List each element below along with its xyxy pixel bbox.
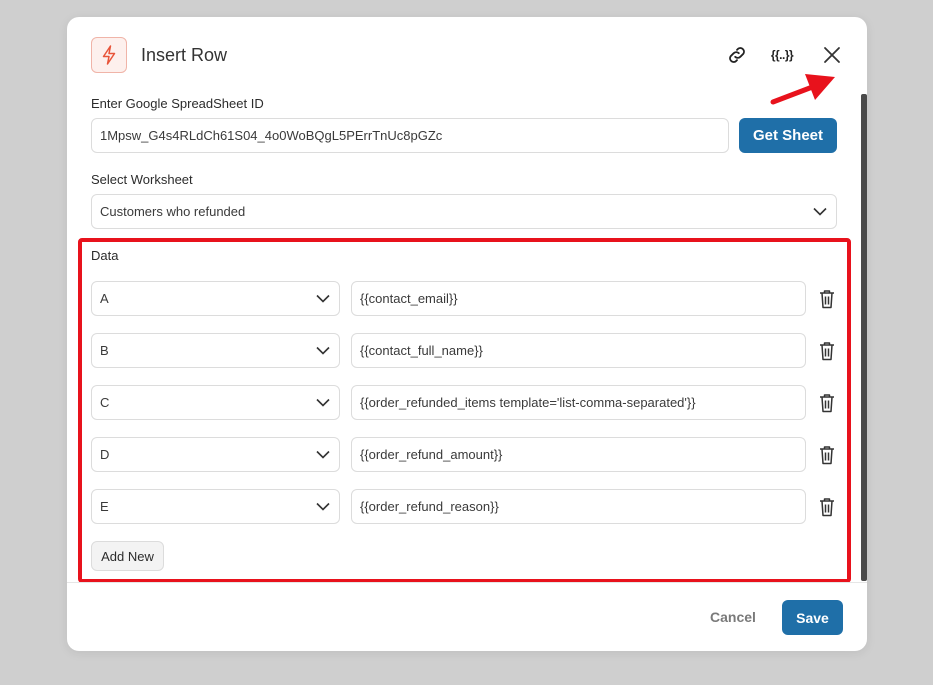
row-value-input-c[interactable]: {{order_refunded_items template='list-co… bbox=[351, 385, 806, 420]
chevron-down-icon bbox=[315, 499, 331, 515]
bolt-icon bbox=[102, 45, 116, 65]
footer-divider bbox=[67, 582, 867, 583]
link-icon bbox=[729, 47, 745, 63]
trash-icon bbox=[820, 446, 834, 465]
column-select-c[interactable]: C bbox=[91, 385, 340, 420]
close-icon bbox=[824, 47, 840, 63]
column-select-e[interactable]: E bbox=[91, 489, 340, 524]
spreadsheet-id-label: Enter Google SpreadSheet ID bbox=[91, 96, 264, 111]
modal-title: Insert Row bbox=[141, 45, 228, 65]
delete-row-button-d[interactable] bbox=[817, 444, 837, 466]
chevron-down-icon bbox=[315, 343, 331, 359]
delete-row-button-a[interactable] bbox=[817, 288, 837, 310]
worksheet-label: Select Worksheet bbox=[91, 172, 193, 187]
add-new-button[interactable]: Add New bbox=[91, 541, 164, 571]
curly-braces-icon: {{..}} bbox=[770, 48, 794, 62]
row-value-input-e[interactable]: {{order_refund_reason}} bbox=[351, 489, 806, 524]
trash-icon bbox=[820, 394, 834, 413]
app-icon-box bbox=[91, 37, 127, 73]
worksheet-selected-value: Customers who refunded bbox=[100, 204, 246, 219]
row-value-input-a[interactable]: {{contact_email}} bbox=[351, 281, 806, 316]
column-value: E bbox=[100, 499, 109, 514]
save-button[interactable]: Save bbox=[782, 600, 843, 635]
column-select-d[interactable]: D bbox=[91, 437, 340, 472]
column-select-b[interactable]: B bbox=[91, 333, 340, 368]
worksheet-select[interactable]: Customers who refunded bbox=[91, 194, 837, 229]
trash-icon bbox=[820, 290, 834, 309]
chevron-down-icon bbox=[812, 204, 828, 220]
chevron-down-icon bbox=[315, 291, 331, 307]
trash-icon bbox=[820, 498, 834, 517]
insert-row-modal: Insert Row {{..}} Enter Google SpreadShe… bbox=[67, 17, 867, 651]
column-value: C bbox=[100, 395, 110, 410]
delete-row-button-e[interactable] bbox=[817, 496, 837, 518]
annotation-arrow-icon bbox=[770, 74, 835, 105]
spreadsheet-id-input[interactable] bbox=[91, 118, 729, 153]
row-value-input-d[interactable]: {{order_refund_amount}} bbox=[351, 437, 806, 472]
trash-icon bbox=[820, 342, 834, 361]
column-value: B bbox=[100, 343, 109, 358]
delete-row-button-b[interactable] bbox=[817, 340, 837, 362]
column-value: A bbox=[100, 291, 109, 306]
data-label: Data bbox=[91, 248, 119, 263]
link-button[interactable] bbox=[725, 43, 749, 67]
column-value: D bbox=[100, 447, 110, 462]
get-sheet-button[interactable]: Get Sheet bbox=[739, 118, 837, 153]
column-select-a[interactable]: A bbox=[91, 281, 340, 316]
chevron-down-icon bbox=[315, 395, 331, 411]
scrollbar[interactable] bbox=[861, 94, 867, 581]
chevron-down-icon bbox=[315, 447, 331, 463]
row-value-input-b[interactable]: {{contact_full_name}} bbox=[351, 333, 806, 368]
cancel-button[interactable]: Cancel bbox=[703, 603, 763, 631]
delete-row-button-c[interactable] bbox=[817, 392, 837, 414]
